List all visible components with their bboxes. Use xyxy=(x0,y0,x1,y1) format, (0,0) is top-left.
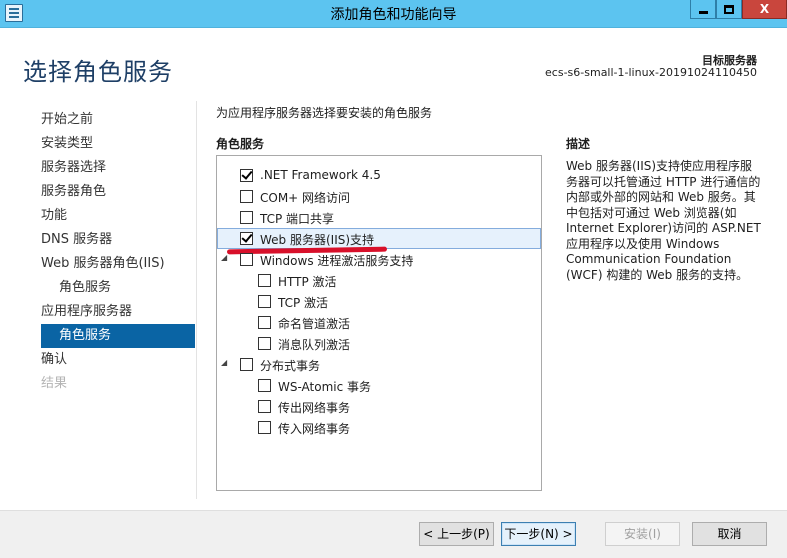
wizard-steps-sidebar: 开始之前 安装类型 服务器选择 服务器角色 功能 DNS 服务器 Web 服务器… xyxy=(41,108,195,396)
tree-item-tcp-port-sharing[interactable]: TCP 端口共享 xyxy=(217,207,541,228)
tree-item-label: 分布式事务 xyxy=(260,359,321,373)
step-confirmation[interactable]: 确认 xyxy=(41,348,195,372)
install-button: 安装(I) xyxy=(605,522,680,546)
expand-collapse-icon[interactable]: ◢ xyxy=(221,359,229,367)
tree-item-label: Windows 进程激活服务支持 xyxy=(260,254,414,268)
window-title: 添加角色和功能向导 xyxy=(330,7,457,23)
role-services-heading: 角色服务 xyxy=(216,137,265,151)
tree-item-named-pipes-activation[interactable]: 命名管道激活 xyxy=(217,312,541,333)
checkbox-ws-atomic[interactable] xyxy=(258,379,271,392)
step-before-you-begin[interactable]: 开始之前 xyxy=(41,108,195,132)
checkbox-tcp-activation[interactable] xyxy=(258,295,271,308)
wizard-footer: < 上一步(P) 下一步(N) > 安装(I) 取消 xyxy=(0,510,787,558)
next-button[interactable]: 下一步(N) > xyxy=(501,522,576,546)
checkbox-msmq-activation[interactable] xyxy=(258,337,271,350)
expand-collapse-icon[interactable]: ◢ xyxy=(221,254,229,262)
tree-item-net-framework[interactable]: .NET Framework 4.5 xyxy=(217,165,541,186)
tree-item-incoming-transactions[interactable]: 传入网络事务 xyxy=(217,417,541,438)
tree-item-was-support[interactable]: ◢ Windows 进程激活服务支持 xyxy=(217,249,541,270)
description-heading: 描述 xyxy=(566,137,591,151)
tree-item-label: TCP 激活 xyxy=(278,296,329,310)
maximize-icon xyxy=(724,4,734,14)
step-installation-type[interactable]: 安装类型 xyxy=(41,132,195,156)
close-button[interactable]: X xyxy=(742,0,787,19)
tree-item-label: COM+ 网络访问 xyxy=(260,191,351,205)
checkbox-http-activation[interactable] xyxy=(258,274,271,287)
step-dns-server[interactable]: DNS 服务器 xyxy=(41,228,195,252)
sidebar-divider xyxy=(196,101,197,499)
tree-item-outgoing-transactions[interactable]: 传出网络事务 xyxy=(217,396,541,417)
tree-item-label: HTTP 激活 xyxy=(278,275,337,289)
step-app-role-services[interactable]: 角色服务 xyxy=(41,324,195,348)
checkbox-com-network-access[interactable] xyxy=(240,190,253,203)
checkbox-tcp-port-sharing[interactable] xyxy=(240,211,253,224)
tree-item-distributed-transactions[interactable]: ◢ 分布式事务 xyxy=(217,354,541,375)
tree-item-label: TCP 端口共享 xyxy=(260,212,335,226)
checkbox-outgoing-transactions[interactable] xyxy=(258,400,271,413)
checkbox-incoming-transactions[interactable] xyxy=(258,421,271,434)
maximize-button[interactable] xyxy=(716,0,742,19)
title-bar: 添加角色和功能向导 X xyxy=(0,0,787,28)
cancel-button[interactable]: 取消 xyxy=(692,522,767,546)
tree-item-tcp-activation[interactable]: TCP 激活 xyxy=(217,291,541,312)
checkbox-net-framework[interactable] xyxy=(240,169,253,182)
minimize-button[interactable] xyxy=(690,0,716,19)
checkbox-named-pipes-activation[interactable] xyxy=(258,316,271,329)
tree-item-label: .NET Framework 4.5 xyxy=(260,168,381,182)
step-web-role-services[interactable]: 角色服务 xyxy=(41,276,195,300)
step-features[interactable]: 功能 xyxy=(41,204,195,228)
description-text: Web 服务器(IIS)支持使应用程序服务器可以托管通过 HTTP 进行通信的内… xyxy=(566,159,761,282)
step-server-roles[interactable]: 服务器角色 xyxy=(41,180,195,204)
tree-item-label: Web 服务器(IIS)支持 xyxy=(260,233,375,247)
step-web-server-role[interactable]: Web 服务器角色(IIS) xyxy=(41,252,195,276)
previous-button[interactable]: < 上一步(P) xyxy=(419,522,494,546)
tree-item-label: 命名管道激活 xyxy=(278,317,351,331)
role-services-tree[interactable]: .NET Framework 4.5 COM+ 网络访问 TCP 端口共享 We… xyxy=(216,155,542,491)
instruction-text: 为应用程序服务器选择要安装的角色服务 xyxy=(216,106,433,120)
step-results: 结果 xyxy=(41,376,68,391)
step-application-server[interactable]: 应用程序服务器 xyxy=(41,300,195,324)
tree-item-label: 传出网络事务 xyxy=(278,401,351,415)
target-server-value: ecs-s6-small-1-linux-20191024110450 xyxy=(545,66,757,79)
page-title: 选择角色服务 xyxy=(23,58,173,86)
tree-item-http-activation[interactable]: HTTP 激活 xyxy=(217,270,541,291)
tree-item-label: WS-Atomic 事务 xyxy=(278,380,372,394)
tree-item-msmq-activation[interactable]: 消息队列激活 xyxy=(217,333,541,354)
checkbox-web-server-support[interactable] xyxy=(240,232,253,245)
checkbox-distributed-transactions[interactable] xyxy=(240,358,253,371)
checkbox-was-support[interactable] xyxy=(240,253,253,266)
tree-item-com-network-access[interactable]: COM+ 网络访问 xyxy=(217,186,541,207)
tree-item-label: 传入网络事务 xyxy=(278,422,351,436)
step-server-selection[interactable]: 服务器选择 xyxy=(41,156,195,180)
minimize-icon xyxy=(698,10,708,14)
tree-item-label: 消息队列激活 xyxy=(278,338,351,352)
tree-item-ws-atomic[interactable]: WS-Atomic 事务 xyxy=(217,375,541,396)
